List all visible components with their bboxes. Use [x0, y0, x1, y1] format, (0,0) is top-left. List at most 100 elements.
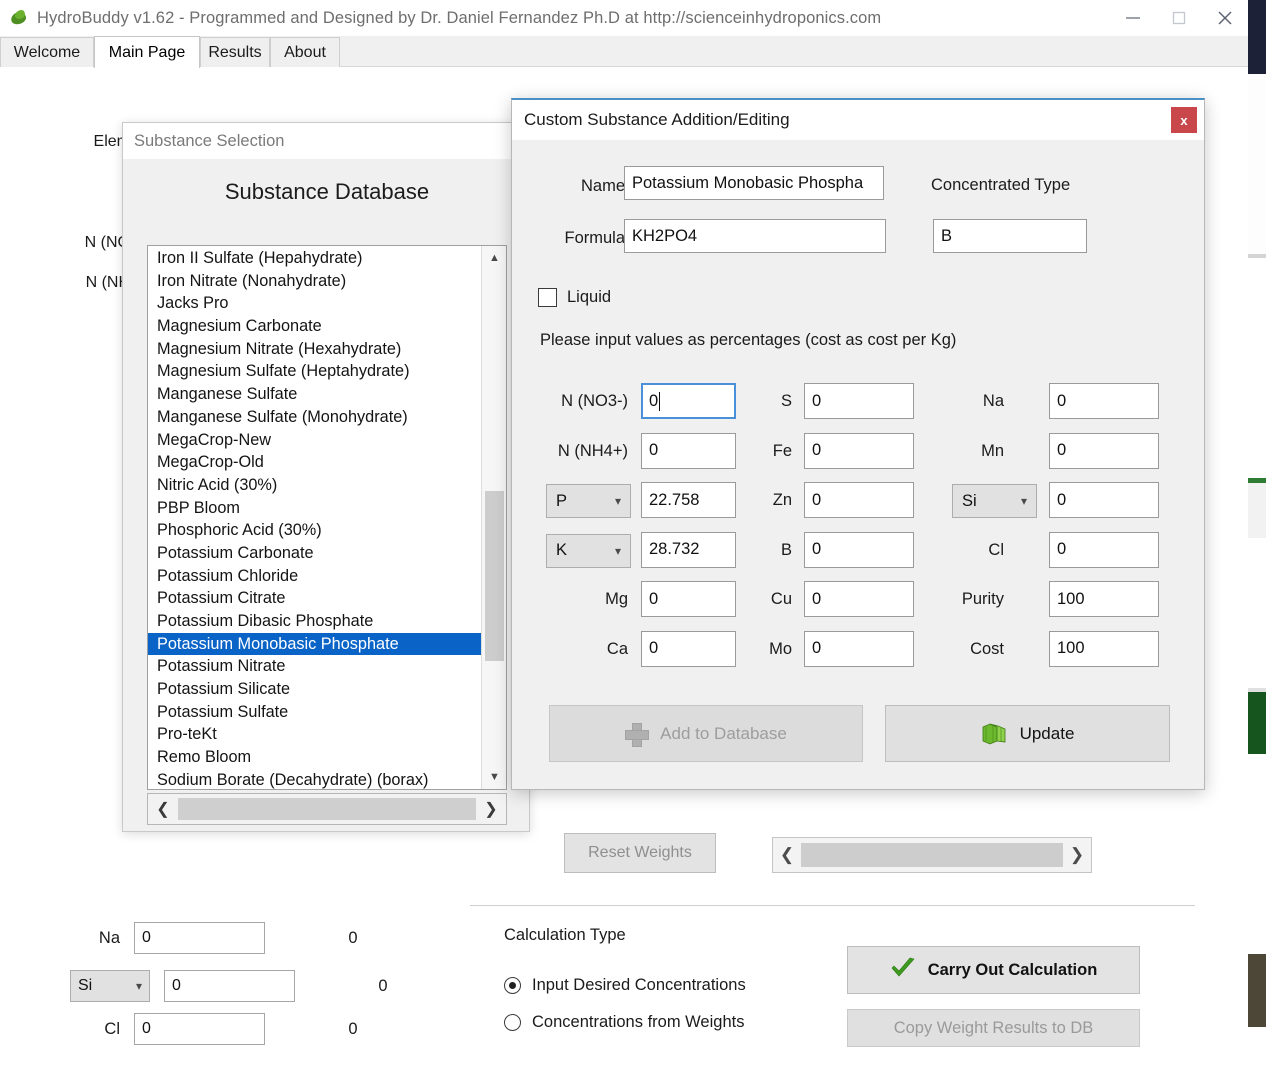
field-input-si[interactable]: 0 — [1049, 482, 1159, 518]
copy-results-label: Copy Weight Results to DB — [893, 1018, 1094, 1037]
tab-bar: Welcome Main Page Results About — [0, 36, 1248, 68]
desktop-band — [1248, 483, 1266, 538]
list-item[interactable]: Potassium Carbonate — [148, 542, 482, 565]
radio-input-desired-concentrations[interactable]: Input Desired Concentrations — [504, 976, 746, 995]
chevron-down-icon[interactable]: ▼ — [482, 765, 506, 789]
add-to-database-button[interactable]: Add to Database — [549, 705, 863, 762]
list-item[interactable]: Magnesium Sulfate (Heptahydrate) — [148, 360, 482, 383]
row-element-value: Si — [78, 977, 93, 994]
tab-label: About — [284, 43, 326, 61]
desktop-band — [1248, 0, 1266, 74]
liquid-label: Liquid — [567, 288, 612, 306]
substance-selection-titlebar: Substance Selection — [123, 123, 531, 159]
window-title: HydroBuddy v1.62 - Programmed and Design… — [37, 8, 882, 27]
main-horizontal-scrollbar[interactable]: ❮ ❯ — [772, 837, 1092, 873]
scrollbar-thumb[interactable] — [801, 843, 1063, 867]
name-label: Name — [580, 177, 625, 195]
minimize-icon[interactable] — [1110, 0, 1156, 36]
database-icon — [981, 723, 1007, 745]
radio-icon[interactable] — [504, 1014, 521, 1031]
list-item[interactable]: Phosphoric Acid (30%) — [148, 519, 482, 542]
radio-label: Input Desired Concentrations — [532, 976, 746, 994]
substance-list: Iron II Sulfate (Hepahydrate) Iron Nitrat… — [148, 246, 482, 789]
calculation-type-group: Calculation Type Input Desired Concentra… — [470, 905, 1195, 1085]
desktop-band — [1248, 954, 1266, 1027]
field-input-zn[interactable]: 0 — [804, 482, 914, 518]
scrollbar-thumb[interactable] — [485, 491, 504, 661]
list-item-selected[interactable]: Potassium Monobasic Phosphate — [148, 632, 482, 656]
chevron-right-icon[interactable]: ❯ — [1063, 845, 1091, 865]
list-item[interactable]: Manganese Sulfate — [148, 383, 482, 406]
scrollbar-thumb[interactable] — [178, 798, 476, 820]
list-item[interactable]: Magnesium Carbonate — [148, 315, 482, 338]
title-bar: HydroBuddy v1.62 - Programmed and Design… — [0, 0, 1248, 36]
copy-weight-results-button[interactable]: Copy Weight Results to DB — [847, 1009, 1140, 1047]
list-item[interactable]: PBP Bloom — [148, 497, 482, 520]
list-item[interactable]: MegaCrop-Old — [148, 451, 482, 474]
row-input[interactable]: 0 — [164, 970, 295, 1002]
list-item[interactable]: Magnesium Nitrate (Hexahydrate) — [148, 338, 482, 361]
field-label-na: Na — [982, 392, 1004, 410]
tab-welcome[interactable]: Welcome — [0, 37, 94, 67]
list-item[interactable]: Potassium Silicate — [148, 678, 482, 701]
list-item[interactable]: Potassium Chloride — [148, 565, 482, 588]
chevron-up-icon[interactable]: ▲ — [482, 246, 506, 270]
list-item[interactable]: Nitric Acid (30%) — [148, 474, 482, 497]
field-input-cost[interactable]: 100 — [1049, 630, 1159, 667]
desktop-band — [1248, 754, 1266, 954]
tab-label: Results — [208, 43, 262, 61]
element-column-header: Elem — [93, 133, 130, 150]
name-input[interactable]: Potassium Monobasic Phospha — [624, 166, 884, 200]
list-item[interactable]: Potassium Sulfate — [148, 701, 482, 724]
update-button[interactable]: Update — [885, 705, 1170, 762]
checkbox-icon[interactable] — [538, 288, 557, 307]
close-icon[interactable]: x — [1171, 107, 1197, 133]
row-input[interactable]: 0 — [134, 922, 265, 954]
substance-listbox[interactable]: Iron II Sulfate (Hepahydrate) Iron Nitrat… — [147, 245, 507, 790]
list-item[interactable]: MegaCrop-New — [148, 429, 482, 452]
main-row-na: Na 0 0 — [38, 922, 383, 954]
tab-results[interactable]: Results — [200, 37, 270, 67]
substance-list-vertical-scrollbar[interactable]: ▲ ▼ — [481, 246, 506, 789]
substance-selection-window: Substance Selection Substance Database I… — [122, 122, 531, 832]
instructions-text: Please input values as percentages (cost… — [540, 331, 957, 349]
list-item[interactable]: Potassium Citrate — [148, 587, 482, 610]
list-item[interactable]: Potassium Nitrate — [148, 655, 482, 678]
liquid-checkbox-row[interactable]: Liquid — [538, 288, 611, 307]
list-item[interactable]: Manganese Sulfate (Monohydrate) — [148, 406, 482, 429]
list-item[interactable]: Iron Nitrate (Nonahydrate) — [148, 270, 482, 293]
tab-main-page[interactable]: Main Page — [94, 36, 200, 68]
chevron-left-icon[interactable]: ❮ — [148, 799, 178, 819]
chevron-right-icon[interactable]: ❯ — [476, 799, 506, 819]
field-input-cl[interactable]: 0 — [1049, 531, 1159, 568]
tab-label: Welcome — [13, 43, 81, 61]
element-select-si[interactable]: Si ▾ — [952, 484, 1037, 518]
list-item[interactable]: Pro-teKt — [148, 723, 482, 746]
concentrated-type-input[interactable]: B — [933, 219, 1087, 253]
field-input-mn[interactable]: 0 — [1049, 432, 1159, 469]
radio-icon[interactable] — [504, 977, 521, 994]
dialog-title: Custom Substance Addition/Editing — [524, 110, 790, 129]
list-item[interactable]: Iron II Sulfate (Hepahydrate) — [148, 247, 482, 270]
maximize-icon[interactable] — [1156, 0, 1202, 36]
field-label-purity: Purity — [961, 590, 1004, 608]
list-item[interactable]: Sodium Borate (Decahydrate) (borax) — [148, 769, 482, 789]
close-icon[interactable] — [1202, 0, 1248, 36]
chevron-left-icon[interactable]: ❮ — [773, 845, 801, 865]
desktop-band — [1248, 538, 1266, 688]
list-item[interactable]: Potassium Dibasic Phosphate — [148, 610, 482, 633]
list-item[interactable]: Remo Bloom — [148, 746, 482, 769]
list-item[interactable]: Jacks Pro — [148, 292, 482, 315]
main-row-si: Si ▾ 0 0 — [38, 970, 413, 1002]
substance-list-horizontal-scrollbar[interactable]: ❮ ❯ — [147, 793, 507, 825]
row-element-select[interactable]: Si ▾ — [70, 970, 150, 1002]
radio-concentrations-from-weights[interactable]: Concentrations from Weights — [504, 1013, 744, 1032]
field-input-purity[interactable]: 100 — [1049, 581, 1159, 617]
field-input-na[interactable]: 0 — [1049, 383, 1159, 419]
formula-input[interactable]: KH2PO4 — [624, 219, 886, 253]
carry-out-calculation-button[interactable]: Carry Out Calculation — [847, 946, 1140, 994]
dialog-titlebar: Custom Substance Addition/Editing — [512, 100, 1204, 140]
tab-about[interactable]: About — [270, 37, 340, 67]
row-input[interactable]: 0 — [134, 1013, 265, 1045]
reset-weights-button[interactable]: Reset Weights — [564, 833, 716, 873]
